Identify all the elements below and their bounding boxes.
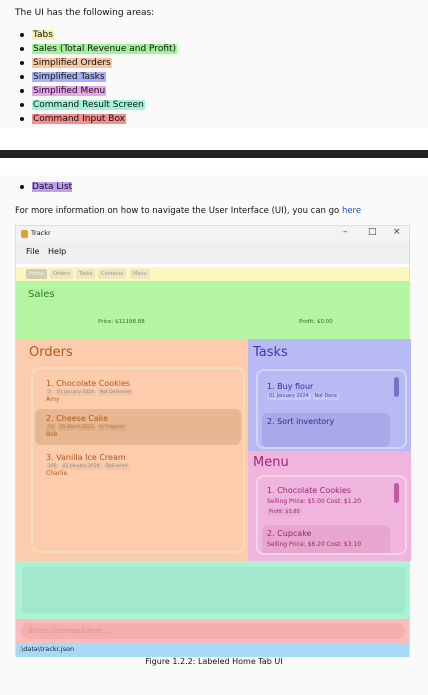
maximize-button[interactable]: □ <box>368 227 377 237</box>
sales-price: Price: $11198.88 <box>98 319 145 325</box>
figure-caption: Figure 1.2.2: Labeled Home Tab UI <box>145 657 283 666</box>
menu-item[interactable]: 2. Cupcake Selling Price: $6.20 Cost: $3… <box>262 525 390 553</box>
order-status: Not Delivered <box>97 389 133 396</box>
legend-label: Simplified Menu <box>32 86 107 96</box>
order-customer: Charlie <box>46 470 68 477</box>
area-legend: Tabs Sales (Total Revenue and Profit) Si… <box>20 28 178 126</box>
tab-home[interactable]: Home <box>26 269 47 279</box>
order-meta: 100 02 January 2024 Delivered <box>46 463 241 470</box>
menu-item-prices: Selling Price: $5.00 Cost: $1.20 <box>267 498 362 505</box>
minimize-button[interactable]: – <box>343 227 348 237</box>
sales-profit: Profit: $0.00 <box>299 319 333 325</box>
info-sentence: For more information on how to navigate … <box>15 206 342 216</box>
tab-contacts[interactable]: Contacts <box>98 269 127 279</box>
menu-item-name: 2. Cupcake <box>267 529 312 538</box>
order-item[interactable]: 3. Vanilla Ice Cream 100 02 January 2024 D… <box>35 448 241 484</box>
order-date: 02 January 2024 <box>60 463 102 470</box>
legend-label: Sales (Total Revenue and Profit) <box>32 44 178 54</box>
result-display <box>22 567 405 613</box>
tabs-bar: Home Orders Tasks Contacts Menu <box>16 267 409 281</box>
legend-label: Simplified Orders <box>32 58 112 68</box>
legend-label: Command Input Box <box>32 114 127 124</box>
legend-label: Data List <box>32 182 73 192</box>
tasks-list[interactable]: 1. Buy flour 01 January 2024 Not Done 2. … <box>256 369 407 449</box>
order-date: 01 January 2024 <box>54 389 96 396</box>
menu-item-profit: Profit: $3.80 <box>267 508 302 516</box>
task-date: 01 January 2024 <box>267 393 311 400</box>
legend-item: Command Input Box <box>20 112 177 126</box>
legend-label: Command Result Screen <box>32 100 145 110</box>
legend-label: Tabs <box>32 30 54 40</box>
menu-panel: Menu 1. Chocolate Cookies Selling Price:… <box>248 451 411 561</box>
tab-menu[interactable]: Menu <box>130 269 150 279</box>
order-name: 3. Vanilla Ice Cream <box>46 453 126 462</box>
order-status: Delivered <box>103 463 130 470</box>
tasks-panel: Tasks 1. Buy flour 01 January 2024 Not Do… <box>248 339 411 451</box>
menu-file[interactable]: File <box>26 247 39 256</box>
menu-scrollbar[interactable] <box>394 483 399 503</box>
command-result-screen <box>16 561 409 619</box>
orders-title: Orders <box>29 345 73 360</box>
task-item[interactable]: 2. Sort inventory <box>262 413 390 447</box>
legend-item: Tabs <box>20 28 177 42</box>
section-divider <box>0 150 428 158</box>
order-meta: 3 01 January 2024 Not Delivered <box>46 389 241 396</box>
orders-list[interactable]: 1. Chocolate Cookies 3 01 January 2024 Not… <box>31 367 245 553</box>
ui-help-link[interactable]: here <box>342 206 361 216</box>
legend-item: Data List <box>20 180 73 194</box>
menu-help[interactable]: Help <box>48 247 66 256</box>
status-bar: .\data\trackr.json <box>16 643 409 657</box>
task-name: 1. Buy flour <box>267 382 314 391</box>
legend-item: Simplified Tasks <box>20 70 177 84</box>
order-customer: Bob <box>46 431 58 438</box>
order-meta: 10 05 March 2024 In Progress <box>46 424 241 431</box>
data-file-path: .\data\trackr.json <box>19 645 75 653</box>
order-qty: 100 <box>46 463 59 470</box>
command-input[interactable] <box>21 623 405 639</box>
order-item[interactable]: 1. Chocolate Cookies 3 01 January 2024 Not… <box>35 374 241 410</box>
trackr-window: Trackr – □ × File Help Home Orders Tasks… <box>15 225 411 657</box>
info-text: For more information on how to navigate … <box>15 206 361 216</box>
legend-label: Simplified Tasks <box>32 72 106 82</box>
tab-tasks[interactable]: Tasks <box>76 269 96 279</box>
menu-item-prices: Selling Price: $6.20 Cost: $3.10 <box>267 541 362 548</box>
sales-panel: Sales Price: $11198.88 Profit: $0.00 <box>16 281 409 339</box>
task-meta: 01 January 2024 Not Done <box>267 393 390 400</box>
tasks-title: Tasks <box>253 345 288 360</box>
close-button[interactable]: × <box>393 227 401 237</box>
data-list-legend: Data List <box>20 180 73 194</box>
order-name: 2. Cheese Cake <box>46 414 109 423</box>
app-logo-icon <box>21 230 28 238</box>
menu-item[interactable]: 1. Chocolate Cookies Selling Price: $5.0… <box>262 482 390 516</box>
title-bar: Trackr – □ × <box>16 226 409 242</box>
tab-orders[interactable]: Orders <box>50 269 73 279</box>
app-title: Trackr <box>31 229 51 237</box>
order-status: In Progress <box>97 424 127 431</box>
task-name: 2. Sort inventory <box>267 417 335 426</box>
menu-title: Menu <box>253 455 289 470</box>
order-qty: 3 <box>46 389 53 396</box>
order-customer: Amy <box>46 396 60 403</box>
order-qty: 10 <box>46 424 56 431</box>
legend-item: Command Result Screen <box>20 98 177 112</box>
task-status: Not Done <box>312 393 340 400</box>
sales-title: Sales <box>28 289 55 300</box>
menu-bar: File Help <box>16 242 409 264</box>
task-item[interactable]: 1. Buy flour 01 January 2024 Not Done <box>262 378 390 400</box>
legend-item: Sales (Total Revenue and Profit) <box>20 42 178 56</box>
order-item[interactable]: 2. Cheese Cake 10 05 March 2024 In Progres… <box>35 409 241 445</box>
intro-text: The UI has the following areas: <box>15 8 155 18</box>
order-name: 1. Chocolate Cookies <box>46 379 131 388</box>
orders-panel: Orders 1. Chocolate Cookies 3 01 January … <box>16 339 248 561</box>
tasks-scrollbar[interactable] <box>394 377 399 397</box>
menu-list[interactable]: 1. Chocolate Cookies Selling Price: $5.0… <box>256 475 407 555</box>
legend-item: Simplified Menu <box>20 84 177 98</box>
legend-item: Simplified Orders <box>20 56 177 70</box>
command-input-area <box>16 619 409 643</box>
menu-item-name: 1. Chocolate Cookies <box>267 486 352 495</box>
order-date: 05 March 2024 <box>57 424 96 431</box>
